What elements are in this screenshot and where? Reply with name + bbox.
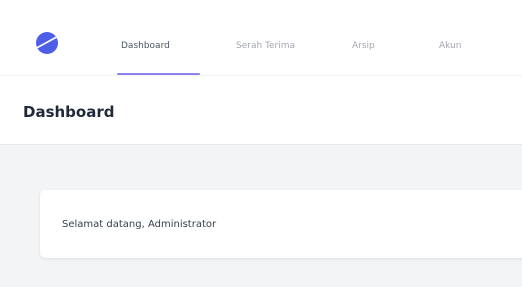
nav-item-dashboard[interactable]: Dashboard bbox=[121, 40, 170, 52]
nav-item-arsip[interactable]: Arsip bbox=[352, 40, 375, 52]
top-navbar: Dashboard Serah Terima Arsip Akun bbox=[0, 0, 522, 76]
page-header: Dashboard bbox=[0, 76, 522, 145]
nav-item-serah-terima[interactable]: Serah Terima bbox=[236, 40, 295, 52]
welcome-message: Selamat datang, Administrator bbox=[62, 219, 217, 230]
nav-item-akun[interactable]: Akun bbox=[439, 40, 462, 52]
welcome-card: Selamat datang, Administrator bbox=[40, 190, 522, 258]
active-tab-indicator bbox=[117, 73, 200, 75]
planet-logo-icon[interactable] bbox=[35, 31, 59, 55]
page-title: Dashboard bbox=[23, 103, 115, 121]
